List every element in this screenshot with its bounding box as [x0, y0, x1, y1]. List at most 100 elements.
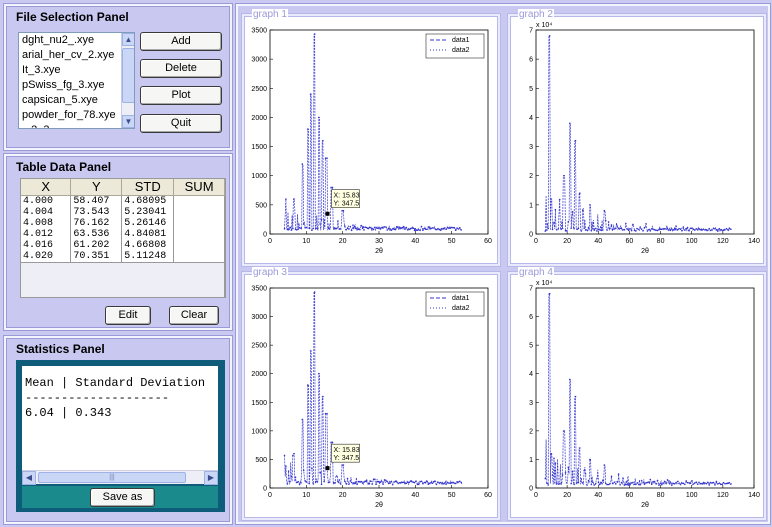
series-point	[684, 229, 686, 231]
scroll-thumb-horizontal[interactable]: |||	[38, 472, 186, 483]
series-point	[685, 227, 687, 230]
scroll-left-icon[interactable]: ◀	[22, 471, 36, 485]
series-point	[393, 481, 395, 483]
column-header-std[interactable]: STD	[121, 179, 175, 196]
series-point	[393, 228, 395, 231]
file-list-item[interactable]: It_3.xye	[19, 63, 134, 78]
series-point	[363, 229, 365, 231]
series-point	[604, 219, 607, 222]
series-point	[319, 471, 321, 474]
series-point	[442, 483, 445, 485]
edit-button[interactable]: Edit	[105, 306, 151, 325]
file-list-item[interactable]: ...2_3...	[19, 123, 134, 128]
y-tick-label: 2000	[251, 371, 267, 378]
x-tick-label: 10	[302, 238, 310, 245]
series-point	[708, 484, 710, 486]
series-point	[625, 483, 627, 486]
series-point	[375, 483, 378, 485]
series-point	[300, 227, 302, 229]
series-point	[289, 481, 291, 483]
series-point	[590, 483, 593, 486]
file-list-item[interactable]: dght_nu2_.xye	[19, 33, 134, 48]
series-point	[371, 483, 373, 485]
series-point	[604, 482, 607, 485]
y-tick-label: 7	[529, 286, 533, 293]
series-point	[387, 482, 390, 485]
series-point	[453, 482, 456, 484]
series-point	[560, 483, 562, 485]
cell-sum-values[interactable]	[173, 195, 225, 263]
series-point	[450, 482, 453, 484]
file-list-item[interactable]: powder_for_78.xye	[19, 108, 134, 123]
series-point	[699, 228, 702, 231]
series-point	[426, 228, 428, 231]
series-point	[361, 227, 364, 230]
series-point	[596, 230, 598, 232]
series-point	[316, 228, 319, 230]
series-point	[612, 482, 614, 485]
series-point	[620, 481, 623, 484]
plot-button[interactable]: Plot	[140, 86, 222, 105]
series-point	[419, 229, 421, 232]
series-point	[592, 228, 594, 230]
column-header-y[interactable]: Y	[70, 179, 123, 196]
graph-1-plot[interactable]: 0 10 20 30 40 50 60 0 500 1000 1500 2000 2500 3000 350…	[244, 16, 498, 264]
x-tick-label: 140	[748, 238, 760, 245]
graph-4-plot[interactable]: 0 20 40 60 80 100 120 140 0 1 2 3 4 5 6 7 2θ x 10⁴	[510, 274, 764, 518]
scroll-thumb[interactable]	[122, 48, 134, 103]
stats-hscrollbar[interactable]: ◀ ||| ▶	[22, 470, 218, 485]
series-point	[363, 481, 365, 483]
series-point	[553, 221, 555, 224]
cell-x-values[interactable]: 4.000 4.004 4.008 4.012 4.016 4.020	[21, 195, 72, 263]
file-list-item[interactable]: arial_her_cv_2.xye	[19, 48, 134, 63]
delete-button[interactable]: Delete	[140, 59, 222, 78]
y-tick-label: 500	[255, 202, 267, 209]
series-point	[569, 122, 571, 125]
scroll-up-icon[interactable]: ▲	[122, 33, 134, 46]
stats-header: Mean | Standard Deviation	[25, 376, 206, 390]
column-header-sum[interactable]: SUM	[173, 179, 225, 196]
series-point	[589, 458, 591, 461]
add-button[interactable]: Add	[140, 32, 222, 51]
graph-2-plot[interactable]: 0 20 40 60 80 100 120 140 0 1 2 3 4 5 6 7 2θ x 10⁴	[510, 16, 764, 264]
series-point	[454, 229, 457, 231]
series-point	[415, 229, 417, 232]
series-point	[594, 227, 597, 230]
series-point	[365, 226, 368, 229]
stats-output[interactable]: Mean | Standard Deviation --------------…	[22, 366, 218, 470]
cell-std-values[interactable]: 4.68095 5.23041 5.26146 4.84081 4.66808 …	[121, 195, 175, 263]
save-as-button[interactable]: Save as	[90, 488, 155, 507]
graph-3-plot[interactable]: 0 10 20 30 40 50 60 0 500 1000 1500 2000 2500 3000 350…	[244, 274, 498, 518]
file-list-item[interactable]: pSwiss_fg_3.xye	[19, 78, 134, 93]
series-point	[675, 225, 677, 227]
series-point	[681, 482, 683, 484]
y-tick-label: 1500	[251, 400, 267, 407]
series-point	[357, 480, 360, 483]
series-point	[338, 228, 341, 230]
stats-panel-title: Statistics Panel	[16, 342, 105, 356]
series-point	[402, 481, 405, 484]
file-list-item[interactable]: capsican_5.xye	[19, 93, 134, 108]
series-point	[554, 208, 557, 211]
file-list-scrollbar[interactable]: ▲ ▼	[121, 33, 134, 128]
scroll-down-icon[interactable]: ▼	[122, 115, 134, 128]
data-table[interactable]: X Y STD SUM 4.000 4.004 4.008 4.012 4.01…	[20, 178, 226, 298]
clear-button[interactable]: Clear	[169, 306, 219, 325]
series-point	[557, 228, 560, 230]
series-point	[553, 457, 555, 460]
series-point	[411, 480, 413, 483]
series-point	[320, 218, 323, 221]
file-listbox[interactable]: dght_nu2_.xye arial_her_cv_2.xye It_3.xye p…	[18, 32, 135, 129]
y-tick-label: 1	[529, 457, 533, 464]
quit-button[interactable]: Quit	[140, 114, 222, 133]
cell-y-values[interactable]: 58.407 73.543 76.162 63.536 61.202 70.35…	[70, 195, 123, 263]
series-point	[305, 226, 308, 229]
series-point	[409, 480, 412, 482]
series-point	[405, 226, 408, 229]
column-header-x[interactable]: X	[21, 179, 72, 196]
scroll-right-icon[interactable]: ▶	[204, 471, 218, 485]
table-empty-area	[21, 262, 225, 297]
series-point	[668, 480, 670, 482]
series-point	[609, 482, 611, 485]
series-point	[662, 228, 664, 230]
